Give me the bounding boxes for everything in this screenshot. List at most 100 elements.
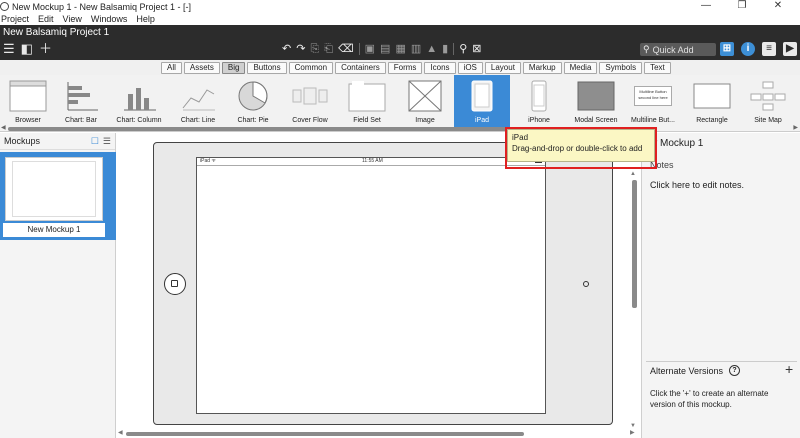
component-ipad[interactable]: iPad: [454, 75, 510, 127]
trash-icon[interactable]: ▮: [442, 42, 448, 56]
library-scroll-thumb[interactable]: [8, 127, 513, 131]
component-rectangle[interactable]: Rectangle: [684, 75, 740, 127]
info-icon[interactable]: i: [741, 42, 755, 56]
mockup-item[interactable]: New Mockup 1: [0, 152, 116, 240]
quick-add-input[interactable]: [652, 44, 715, 55]
grid-view-icon[interactable]: ☐: [91, 136, 99, 147]
copy-icon[interactable]: ⎘: [310, 42, 319, 56]
left-toolbar: ☰ ◧ ＋: [3, 42, 52, 56]
component-modal-screen[interactable]: Modal Screen: [568, 75, 624, 127]
filter-tab-common[interactable]: Common: [288, 62, 334, 74]
filter-tab-buttons[interactable]: Buttons: [247, 62, 287, 74]
menu-view[interactable]: View: [63, 13, 82, 25]
component-field-set[interactable]: Field Set: [339, 75, 395, 127]
alternate-versions-hint: Click the '+' to create an alternate ver…: [650, 389, 769, 409]
component-label: Modal Screen: [574, 117, 618, 124]
app-icon: [0, 2, 9, 11]
component-site-map[interactable]: Site Map: [740, 75, 796, 127]
library-scrollbar[interactable]: ◀ ▶: [0, 124, 800, 131]
redo-icon[interactable]: ↷: [296, 42, 305, 56]
scroll-right-icon[interactable]: ▶: [793, 124, 798, 131]
canvas-vertical-scrollbar[interactable]: [632, 180, 637, 308]
window-titlebar: New Mockup 1 - New Balsamiq Project 1 - …: [0, 0, 800, 13]
filter-tab-symbols[interactable]: Symbols: [599, 62, 643, 74]
add-mockup-icon[interactable]: ＋: [39, 42, 52, 56]
notes-icon[interactable]: ≡: [762, 42, 776, 56]
chart-pie-icon: [234, 80, 272, 112]
component-chart-bar[interactable]: Chart: Bar: [53, 75, 109, 127]
home-button-icon: [164, 273, 186, 295]
tooltip-highlight-box: [505, 127, 657, 169]
component-label: Multiline But...: [631, 117, 675, 124]
filter-tab-layout[interactable]: Layout: [484, 62, 521, 74]
list-view-icon[interactable]: ☰: [103, 136, 111, 147]
editor-canvas[interactable]: iPad ᯤ 11:55 AM: [117, 133, 641, 438]
notes-field[interactable]: Click here to edit notes.: [650, 180, 744, 190]
filter-tab-icons[interactable]: Icons: [424, 62, 456, 74]
scroll-up-icon[interactable]: ▲: [630, 171, 636, 177]
component-iphone[interactable]: iPhone: [511, 75, 567, 127]
undo-icon[interactable]: ↶: [282, 42, 291, 56]
scroll-left-icon[interactable]: ◀: [1, 124, 6, 131]
ipad-screen: iPad ᯤ 11:55 AM: [196, 157, 546, 414]
component-browser[interactable]: Browser: [0, 75, 56, 127]
add-alternate-version-button[interactable]: +: [785, 361, 793, 377]
menu-help[interactable]: Help: [136, 13, 155, 25]
multiline-button-preview: Multiline Button second line here: [634, 86, 672, 106]
help-icon[interactable]: ?: [729, 365, 740, 376]
component-label: iPad: [474, 117, 489, 124]
mockup-view-icon[interactable]: ⊞: [720, 42, 734, 56]
menubar: Project Edit View Windows Help: [0, 13, 800, 25]
lock-icon[interactable]: ▲: [426, 42, 437, 56]
align-icon[interactable]: ▤: [380, 42, 390, 56]
window-controls: — ❐ ✕: [688, 0, 796, 13]
delete-icon[interactable]: ⌫: [338, 42, 354, 56]
ipad-control[interactable]: iPad ᯤ 11:55 AM: [153, 142, 613, 425]
quick-add-field[interactable]: ⚲: [640, 43, 716, 56]
divider: [646, 361, 797, 362]
minimize-button[interactable]: —: [688, 0, 724, 13]
search-icon[interactable]: ⚲: [459, 42, 467, 56]
component-chart-line[interactable]: Chart: Line: [170, 75, 226, 127]
close-button[interactable]: ✕: [760, 0, 796, 13]
panels-toggle-icon[interactable]: ◧: [21, 42, 33, 56]
modal-screen-icon: [577, 80, 615, 112]
fullscreen-icon[interactable]: ⊠: [472, 42, 481, 56]
component-label: Chart: Column: [116, 117, 162, 124]
filter-tab-containers[interactable]: Containers: [335, 62, 386, 74]
component-label: Browser: [15, 117, 41, 124]
scroll-right-icon[interactable]: ▶: [630, 429, 635, 436]
toolbar-separator: [453, 43, 455, 55]
component-multiline-button[interactable]: Multiline Button second line here Multili…: [625, 75, 681, 127]
scroll-left-icon[interactable]: ◀: [118, 429, 123, 436]
filter-tab-ios[interactable]: iOS: [457, 62, 483, 74]
component-cover-flow[interactable]: Cover Flow: [282, 75, 338, 127]
group-icon[interactable]: ▣: [365, 42, 375, 56]
restore-button[interactable]: ❐: [724, 0, 760, 13]
canvas-horizontal-scrollbar[interactable]: [126, 432, 524, 436]
component-image[interactable]: Image: [397, 75, 453, 127]
filter-tab-text[interactable]: Text: [644, 62, 671, 74]
mockups-panel-header: Mockups ☐ ☰: [0, 133, 115, 150]
camera-icon: [583, 281, 589, 287]
component-chart-pie[interactable]: Chart: Pie: [225, 75, 281, 127]
menu-project[interactable]: Project: [1, 13, 29, 25]
iphone-icon: [520, 80, 558, 112]
browser-icon: [9, 80, 47, 112]
filter-tab-forms[interactable]: Forms: [387, 62, 423, 74]
filter-tab-media[interactable]: Media: [563, 62, 598, 74]
ipad-status-bar: iPad ᯤ 11:55 AM: [197, 158, 545, 166]
filter-tab-assets[interactable]: Assets: [183, 62, 220, 74]
filter-tab-markup[interactable]: Markup: [522, 62, 562, 74]
hamburger-menu-icon[interactable]: ☰: [3, 42, 15, 56]
send-back-icon[interactable]: ▥: [411, 42, 421, 56]
filter-tab-big[interactable]: Big: [221, 62, 246, 74]
component-chart-column[interactable]: Chart: Column: [111, 75, 167, 127]
filter-tab-all[interactable]: All: [161, 62, 182, 74]
bring-front-icon[interactable]: ▦: [395, 42, 405, 56]
menu-edit[interactable]: Edit: [38, 13, 54, 25]
menu-windows[interactable]: Windows: [91, 13, 128, 25]
paste-icon[interactable]: ⎗: [324, 42, 333, 56]
present-icon[interactable]: ▶: [783, 42, 797, 56]
chart-bar-icon: [62, 80, 100, 112]
